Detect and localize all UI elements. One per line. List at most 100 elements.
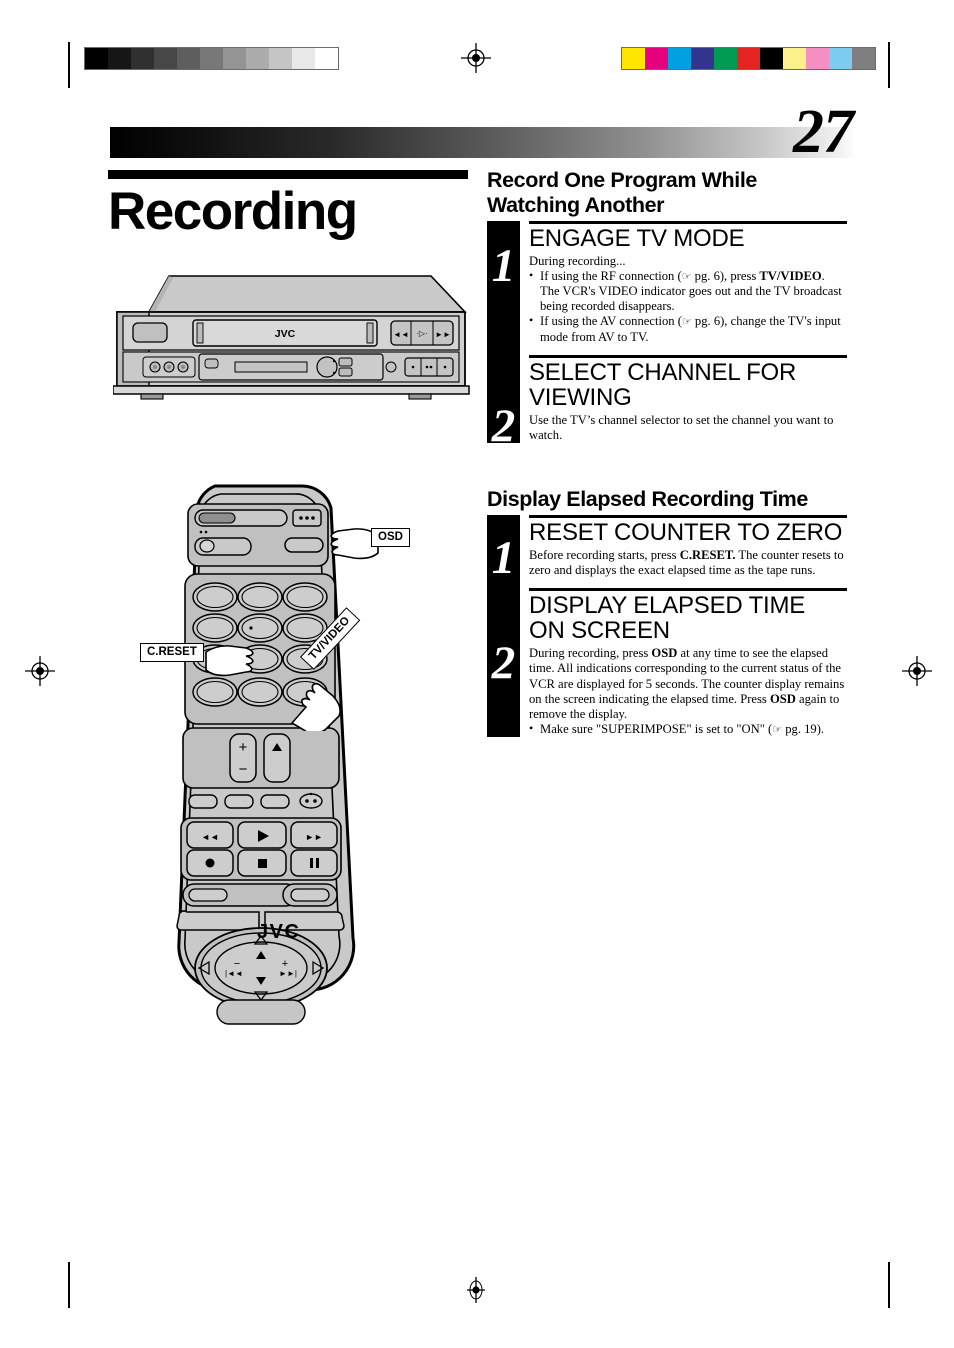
- text-bold-osd-2: OSD: [769, 691, 796, 706]
- color-bar-wedge: [621, 47, 876, 70]
- remote-osd-button[interactable]: [284, 537, 324, 553]
- steps-group-one: 1 2 ENGAGE TV MODE During recording... I…: [487, 221, 847, 450]
- wedge-swatch: [85, 48, 108, 69]
- wedge-swatch: [223, 48, 246, 69]
- wedge-swatch: [200, 48, 223, 69]
- step-number: 2: [491, 637, 516, 690]
- step-intro: During recording...: [529, 253, 626, 268]
- page-number: 27: [793, 98, 854, 166]
- step-paragraph: Before recording starts, press C.RESET. …: [529, 548, 847, 578]
- bullet-text-b: pg. 6), press: [691, 269, 760, 284]
- list-item: If using the AV connection (☞ pg. 6), ch…: [529, 313, 847, 344]
- svg-text:·▷·: ·▷·: [416, 329, 427, 338]
- bullet-text-b: pg. 19).: [782, 721, 825, 736]
- bullet-text-a: Make sure "SUPERIMPOSE" is set to "ON" (: [540, 721, 773, 736]
- step-paragraph: During recording, press OSD at any time …: [529, 646, 847, 722]
- pointing-hand-icon: ☞: [772, 722, 783, 736]
- step-bullet-list: Make sure "SUPERIMPOSE" is set to "ON" (…: [529, 721, 847, 737]
- color-swatch: [806, 48, 829, 69]
- text-a: Before recording starts, press: [529, 548, 680, 563]
- step-number: 1: [491, 240, 516, 292]
- color-swatch: [622, 48, 645, 69]
- color-swatch: [714, 48, 737, 69]
- wedge-swatch: [177, 48, 200, 69]
- step-text: During recording... If using the RF conn…: [529, 254, 847, 345]
- wedge-swatch: [292, 48, 315, 69]
- remote-tvvideo-button[interactable]: [260, 794, 290, 809]
- steps-group-two: 1 2 RESET COUNTER TO ZERO Before recordi…: [487, 515, 847, 737]
- step-heading: RESET COUNTER TO ZERO: [529, 519, 843, 547]
- color-swatch: [668, 48, 691, 69]
- text-bold: C.RESET.: [679, 548, 736, 563]
- wedge-swatch: [154, 48, 177, 69]
- step-heading: SELECT CHANNEL FOR VIEWING: [529, 358, 797, 411]
- wedge-swatch: [108, 48, 131, 69]
- step-select-channel: SELECT CHANNEL FOR VIEWING Use the TV’s …: [529, 354, 847, 443]
- color-swatch: [829, 48, 852, 69]
- step-text: Before recording starts, press C.RESET. …: [529, 548, 847, 578]
- svg-text:+: +: [239, 739, 248, 756]
- instructions-column: Record One Program While Watching Anothe…: [487, 168, 847, 737]
- registration-mark-left: [25, 656, 55, 686]
- page-title: Recording: [108, 182, 358, 241]
- color-swatch: [760, 48, 783, 69]
- step-engage-tv-mode: ENGAGE TV MODE During recording... If us…: [529, 221, 847, 345]
- color-swatch: [737, 48, 760, 69]
- remote-brand-label: JVC: [257, 921, 301, 943]
- color-swatch: [691, 48, 714, 69]
- text-a: During recording, press: [529, 646, 652, 661]
- bullet-text-a: If using the AV connection (: [540, 314, 682, 329]
- crop-mark-bottom-left: [68, 1262, 70, 1308]
- svg-text:◄◄: ◄◄: [393, 330, 409, 339]
- crop-mark-bottom-right: [888, 1262, 890, 1308]
- step-reset-counter: RESET COUNTER TO ZERO Before recording s…: [529, 515, 847, 578]
- step-display-elapsed-time: DISPLAY ELAPSED TIME ON SCREEN During re…: [529, 588, 847, 737]
- pointing-hand-icon: ☞: [681, 270, 692, 284]
- bullet-text-a: If using the RF connection (: [540, 269, 682, 284]
- svg-text:►►: ►►: [305, 832, 323, 842]
- wedge-swatch: [315, 48, 338, 69]
- chapter-heading-block: Recording: [108, 170, 480, 239]
- crop-mark-top-left: [68, 42, 70, 88]
- text-bold-osd-1: OSD: [651, 646, 678, 661]
- step-heading: DISPLAY ELAPSED TIME ON SCREEN: [529, 592, 806, 645]
- grayscale-step-wedge: [84, 47, 339, 70]
- svg-text:►►|: ►►|: [279, 969, 297, 978]
- step-text: Use the TV’s channel selector to set the…: [529, 413, 847, 443]
- step-bullet-list: If using the RF connection (☞ pg. 6), pr…: [529, 268, 847, 345]
- step-number-bar: 1 2: [487, 515, 520, 737]
- list-item: If using the RF connection (☞ pg. 6), pr…: [529, 268, 847, 314]
- svg-text:►►: ►►: [435, 330, 451, 339]
- color-swatch: [645, 48, 668, 69]
- section-heading-display-elapsed-time: Display Elapsed Recording Time: [487, 486, 808, 511]
- step-text: During recording, press OSD at any time …: [529, 646, 847, 737]
- bullet-text-bold: TV/VIDEO: [759, 269, 822, 284]
- header-gradient-bar: [110, 127, 856, 158]
- crop-mark-top-right: [888, 42, 890, 88]
- callout-label-osd: OSD: [371, 528, 410, 547]
- registration-mark-bottom: [467, 1277, 485, 1303]
- color-swatch: [852, 48, 875, 69]
- step-paragraph: Use the TV’s channel selector to set the…: [529, 412, 834, 442]
- vcr-brand-label: JVC: [275, 328, 296, 340]
- wedge-swatch: [131, 48, 154, 69]
- step-number: 1: [491, 532, 516, 585]
- pointing-hand-icon: ☞: [681, 315, 692, 329]
- registration-mark-right: [902, 656, 932, 686]
- chapter-rule: [108, 170, 468, 179]
- svg-text:◄◄: ◄◄: [201, 832, 219, 842]
- svg-text:−: −: [239, 761, 248, 778]
- callout-hand-creset: [205, 645, 254, 677]
- step-heading: ENGAGE TV MODE: [529, 225, 745, 252]
- section-heading-record-one-program: Record One Program While Watching Anothe…: [487, 168, 757, 217]
- manual-page: 27 Recording JVC ◄◄ ·▷· ►► + − ◄◄ ►► − +…: [0, 0, 954, 1348]
- callout-label-creset: C.RESET: [140, 643, 204, 662]
- wedge-swatch: [246, 48, 269, 69]
- list-item: Make sure "SUPERIMPOSE" is set to "ON" (…: [529, 721, 847, 737]
- step-number: 2: [491, 400, 516, 452]
- step-number-bar: 1 2: [487, 221, 520, 450]
- registration-mark-top: [461, 43, 491, 73]
- wedge-swatch: [269, 48, 292, 69]
- svg-text:|◄◄: |◄◄: [225, 969, 243, 978]
- vcr-illustration: JVC ◄◄ ·▷· ►►: [112, 268, 473, 408]
